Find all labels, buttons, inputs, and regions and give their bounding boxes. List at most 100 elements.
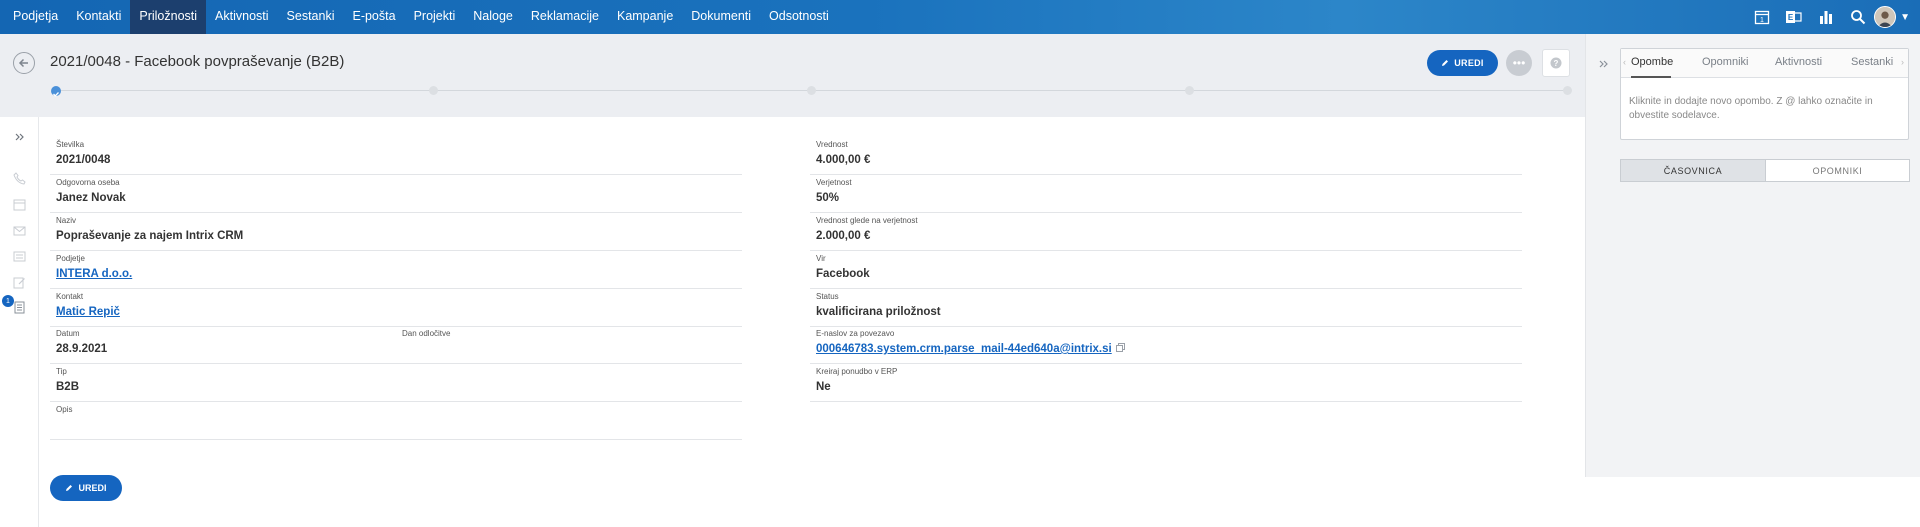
user-menu[interactable]: ▼ (1874, 0, 1920, 34)
menu-item-sestanki[interactable]: Sestanki (278, 0, 344, 34)
field-value: 2021/0048 (56, 154, 111, 166)
menu-item-dokumenti[interactable]: Dokumenti (682, 0, 760, 34)
field-value: B2B (56, 381, 80, 393)
tab-opomniki[interactable]: Opomniki (1702, 56, 1748, 68)
field-weighted-value: Vrednost glede na verjetnost 2.000,00 € (810, 216, 1522, 251)
more-options-button[interactable]: ••• (1506, 50, 1532, 76)
notes-tabs-box: ‹ Opombe Opomniki Aktivnosti Sestanki › … (1620, 48, 1909, 140)
field-probability: Verjetnost 50% (810, 178, 1522, 213)
page-title: 2021/0048 - Facebook povpraševanje (B2B) (50, 53, 345, 70)
svg-text:E: E (1788, 13, 1794, 22)
menu-item-odsotnosti[interactable]: Odsotnosti (760, 0, 838, 34)
chevron-down-icon: ▼ (1900, 11, 1910, 23)
field-label: Status (816, 292, 839, 301)
menu-item-reklamacije[interactable]: Reklamacije (522, 0, 608, 34)
field-value: 28.9.2021 (56, 343, 108, 355)
field-email: E-naslov za povezavo 000646783.system.cr… (810, 329, 1522, 364)
email-icon[interactable] (12, 223, 27, 238)
field-source: Vir Facebook (810, 254, 1522, 289)
edit-button-label: UREDI (78, 483, 107, 493)
email-link[interactable]: 000646783.system.crm.parse_mail-44ed640a… (816, 343, 1112, 355)
tab-sestanki[interactable]: Sestanki (1851, 56, 1893, 68)
stage-dot[interactable] (1185, 86, 1194, 95)
menu-item-projekti[interactable]: Projekti (405, 0, 465, 34)
menu-item-kampanje[interactable]: Kampanje (608, 0, 682, 34)
record-header (0, 34, 1585, 117)
segment-reminders[interactable]: OPOMNIKI (1765, 159, 1910, 182)
phone-icon[interactable] (12, 171, 27, 186)
pencil-icon (66, 485, 73, 491)
stage-dot[interactable] (429, 86, 438, 95)
stage-dot-current[interactable] (51, 86, 61, 97)
field-label: Verjetnost (816, 178, 852, 187)
field-value: 000646783.system.crm.parse_mail-44ed640a… (816, 343, 1125, 355)
calendar-icon[interactable] (12, 197, 27, 212)
contact-link[interactable]: Matic Repič (56, 306, 120, 318)
field-value: Facebook (816, 268, 870, 280)
stage-dot[interactable] (1563, 86, 1572, 95)
collapse-panel-icon[interactable] (1599, 57, 1609, 72)
field-number: Številka 2021/0048 (50, 140, 742, 175)
menu-item-naloge[interactable]: Naloge (464, 0, 522, 34)
stage-dot[interactable] (807, 86, 816, 95)
tab-bar: ‹ Opombe Opomniki Aktivnosti Sestanki › (1621, 49, 1908, 78)
field-value: kvalificirana priložnost (816, 306, 941, 318)
more-dots-icon: ••• (1512, 56, 1526, 70)
field-label-decision-day: Dan odločitve (402, 329, 451, 338)
field-label: Datum (56, 329, 80, 338)
tab-opombe[interactable]: Opombe (1631, 56, 1673, 68)
field-description: Opis (50, 405, 742, 440)
exchange-icon[interactable]: E (1778, 0, 1810, 34)
field-label: Opis (56, 405, 73, 414)
menu-item-aktivnosti[interactable]: Aktivnosti (206, 0, 278, 34)
reports-icon[interactable] (1810, 0, 1842, 34)
field-label: Vir (816, 254, 826, 263)
top-navigation-bar: Podjetja Kontakti Priložnosti Aktivnosti… (0, 0, 1920, 34)
top-right-toolbar: 1 E ▼ (1746, 0, 1920, 34)
edit-button-label: UREDI (1454, 58, 1484, 68)
check-icon (53, 92, 59, 97)
field-label: Odgovorna oseba (56, 178, 120, 187)
edit-note-icon[interactable] (12, 275, 27, 290)
left-rail: 1 (0, 117, 39, 527)
field-date: Datum 28.9.2021 Dan odločitve (50, 329, 742, 364)
field-label: E-naslov za povezavo (816, 329, 895, 338)
field-contact: Kontakt Matic Repič (50, 292, 742, 327)
note-input[interactable]: Kliknite in dodajte novo opombo. Z @ lah… (1629, 95, 1899, 123)
field-value: Ne (816, 381, 831, 393)
field-value-amount: Vrednost 4.000,00 € (810, 140, 1522, 175)
field-type: Tip B2B (50, 367, 742, 402)
menu-item-e-posta[interactable]: E-pošta (343, 0, 404, 34)
company-link[interactable]: INTERA d.o.o. (56, 268, 132, 280)
menu-item-kontakti[interactable]: Kontakti (67, 0, 130, 34)
list-icon[interactable] (12, 249, 27, 264)
arrow-left-icon (18, 58, 28, 68)
main-menu: Podjetja Kontakti Priložnosti Aktivnosti… (4, 0, 838, 34)
field-erp-offer: Kreiraj ponudbo v ERP Ne (810, 367, 1522, 402)
field-label: Tip (56, 367, 67, 376)
help-button[interactable]: ? (1542, 49, 1570, 77)
document-count-badge: 1 (2, 295, 14, 307)
field-label: Kreiraj ponudbo v ERP (816, 367, 898, 376)
search-icon[interactable] (1842, 0, 1874, 34)
field-status: Status kvalificirana priložnost (810, 292, 1522, 327)
field-label: Vrednost glede na verjetnost (816, 216, 918, 225)
back-button[interactable] (13, 52, 35, 74)
menu-item-priloznosti[interactable]: Priložnosti (130, 0, 207, 34)
chevron-right-icon[interactable]: › (1901, 57, 1904, 67)
menu-item-podjetja[interactable]: Podjetja (4, 0, 67, 34)
expand-icon[interactable] (12, 129, 27, 144)
field-value: Janez Novak (56, 192, 126, 204)
calendar-icon[interactable]: 1 (1746, 0, 1778, 34)
field-name: Naziv Popraševanje za najem Intrix CRM (50, 216, 742, 251)
copy-icon[interactable] (1115, 343, 1125, 355)
document-icon[interactable] (12, 300, 27, 315)
tab-aktivnosti[interactable]: Aktivnosti (1775, 56, 1822, 68)
field-value: 4.000,00 € (816, 154, 871, 166)
field-label: Naziv (56, 216, 77, 225)
segment-timeline[interactable]: ČASOVNICA (1620, 159, 1766, 182)
chevron-left-icon[interactable]: ‹ (1623, 57, 1626, 67)
edit-button-bottom[interactable]: UREDI (50, 475, 122, 501)
edit-button[interactable]: UREDI (1427, 50, 1498, 76)
field-label: Podjetje (56, 254, 85, 263)
